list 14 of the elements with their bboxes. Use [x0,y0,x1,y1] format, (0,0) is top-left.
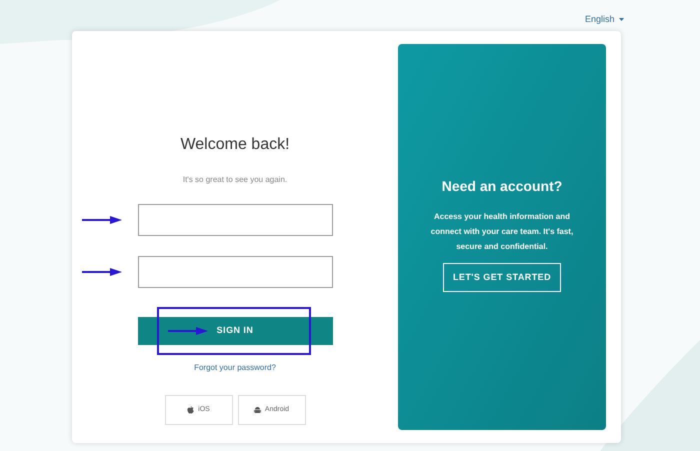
input-field[interactable] [138,256,332,288]
android-icon [254,406,261,414]
panel-text: Access your health information and connect with your care team. It's fast, secure and confidential. [430,211,574,253]
input-field[interactable] [138,204,332,236]
get-started-button[interactable]: LET'S GET STARTED [442,263,562,292]
forgot-password-link[interactable]: Forgot your password? [194,362,276,374]
caret-icon [618,18,624,22]
apple-icon [187,406,194,414]
language-link[interactable]: English [585,13,615,26]
panel-title: Need an account? [442,177,562,196]
welcome-subtitle: It's so great to see you again. [182,174,288,186]
sign-in-button[interactable]: SIGN IN [138,317,332,345]
annotation-arrow [168,327,208,335]
welcome-title: Welcome back! [180,135,290,155]
